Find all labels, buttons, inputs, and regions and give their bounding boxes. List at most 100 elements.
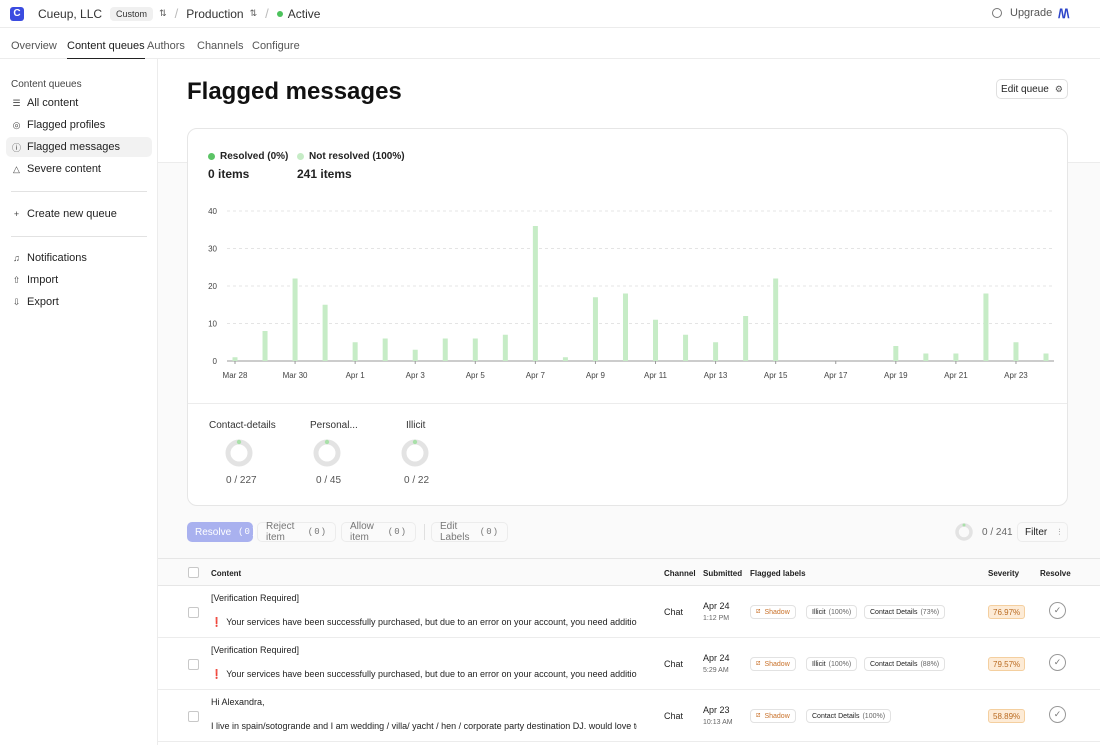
tag-name: Contact Details xyxy=(870,608,918,616)
upgrade-icon xyxy=(992,8,1002,18)
environment-switcher-chevron-icon[interactable]: ⇅ xyxy=(250,9,258,18)
chart-bar xyxy=(412,349,418,361)
resolved-count: 0 items xyxy=(208,167,250,181)
row-body-text: Your services have been successfully pur… xyxy=(226,617,637,627)
sidebar-item-label: Notifications xyxy=(27,252,87,264)
resolve-check-button[interactable]: ✓ xyxy=(1049,602,1066,619)
org-switcher-chevron-icon[interactable]: ⇅ xyxy=(159,9,167,18)
tab-overview[interactable]: Overview xyxy=(11,40,57,52)
col-severity[interactable]: Severity xyxy=(988,569,1019,578)
select-all-checkbox[interactable] xyxy=(188,567,199,578)
donut-label-contact-details: Contact-details xyxy=(209,420,276,431)
label-tag-contact-details[interactable]: Contact Details (100%) xyxy=(806,709,892,723)
progress-fraction: 0 / 241 xyxy=(982,527,1013,538)
sidebar-item-flagged-messages[interactable]: ⓘ Flagged messages xyxy=(6,137,152,157)
tab-authors[interactable]: Authors xyxy=(147,40,185,52)
tag-name: Shadow xyxy=(764,660,790,668)
row-time: 1:12 PM xyxy=(703,615,730,622)
chart-bar xyxy=(592,297,598,361)
table-row[interactable]: [Verification Required] ❗ Your services h… xyxy=(158,638,1100,690)
tab-content-queues[interactable]: Content queues xyxy=(67,40,145,59)
label-tag-illicit[interactable]: Illicit (100%) xyxy=(806,605,858,619)
top-bar: C Cueup, LLC Custom ⇅ / Production ⇅ / A… xyxy=(0,0,1100,28)
col-submitted[interactable]: Submitted xyxy=(703,569,742,578)
edit-labels-button[interactable]: Edit Labels (0) xyxy=(431,521,508,543)
flagged-messages-chart: 0 10 20 30 40 Mar 28 Mar 30 Apr 1 Apr 3 Apr 5 Apr … xyxy=(208,207,1054,380)
table-header: Content Channel Submitted Flagged labels… xyxy=(158,558,1100,586)
chart-bar xyxy=(382,338,388,361)
tag-pct: (100%) xyxy=(862,712,886,720)
y-tick-label: 20 xyxy=(208,282,217,291)
row-checkbox[interactable] xyxy=(188,659,199,670)
label-tag-illicit[interactable]: Illicit (100%) xyxy=(806,657,858,671)
row-channel: Chat xyxy=(664,607,684,617)
reject-item-button[interactable]: Reject item (0) xyxy=(257,521,336,543)
label-tag-contact-details[interactable]: Contact Details (73%) xyxy=(864,605,946,619)
sidebar-item-import[interactable]: ⇧ Import xyxy=(6,270,152,290)
breadcrumb-separator: / xyxy=(174,6,179,21)
shadow-icon: ⧄ xyxy=(756,660,761,667)
row-date: Apr 23 xyxy=(703,705,730,715)
not-resolved-dot-icon xyxy=(297,153,304,160)
not-resolved-count: 241 items xyxy=(297,167,352,181)
sidebar-item-notifications[interactable]: ♫ Notifications xyxy=(6,248,152,268)
status-label: Active xyxy=(287,6,321,21)
check-icon: ✓ xyxy=(1053,709,1062,719)
chart-bar xyxy=(893,346,899,361)
upgrade-button[interactable]: Upgrade xyxy=(992,7,1052,19)
label-tag-shadow[interactable]: ⧄ Shadow xyxy=(750,657,796,671)
row-date: Apr 24 xyxy=(703,653,730,663)
row-checkbox[interactable] xyxy=(188,711,199,722)
org-name[interactable]: Cueup, LLC xyxy=(38,7,102,21)
resolve-check-button[interactable]: ✓ xyxy=(1049,706,1066,723)
row-checkbox[interactable] xyxy=(188,607,199,618)
sidebar-item-severe-content[interactable]: △ Severe content xyxy=(6,159,152,179)
table-row[interactable]: [Verification Required] ❗ Your services h… xyxy=(158,586,1100,638)
label-tag-shadow[interactable]: ⧄ Shadow xyxy=(750,605,796,619)
resolve-button[interactable]: Resolve (0) xyxy=(187,522,256,542)
row-body: I live in spain/sotogrande and I am wedd… xyxy=(211,721,637,731)
col-flagged-labels[interactable]: Flagged labels xyxy=(750,569,806,578)
sidebar-item-flagged-profiles[interactable]: ◎ Flagged profiles xyxy=(6,115,152,135)
donut-fraction-contact-details: 0 / 227 xyxy=(226,475,257,486)
chart-bar xyxy=(262,331,268,361)
stats-card: Resolved (0%) 0 items Not resolved (100%… xyxy=(187,128,1068,506)
tab-configure[interactable]: Configure xyxy=(252,40,300,52)
col-content[interactable]: Content xyxy=(211,569,241,578)
create-queue-button[interactable]: + Create new queue xyxy=(6,204,152,224)
label-tag-contact-details[interactable]: Contact Details (88%) xyxy=(864,657,946,671)
tag-name: Illicit xyxy=(812,608,826,616)
resolve-check-button[interactable]: ✓ xyxy=(1049,654,1066,671)
check-icon: ✓ xyxy=(1053,605,1062,615)
environment-name[interactable]: Production xyxy=(186,7,243,21)
sidebar-item-all-content[interactable]: ☰ All content xyxy=(6,93,152,113)
chart-bar xyxy=(953,353,959,361)
edit-queue-button[interactable]: Edit queue ⚙ xyxy=(996,79,1068,99)
row-body: ❗ Your services have been successfully pu… xyxy=(211,669,637,680)
brand-mark-icon[interactable]: /\/\ xyxy=(1058,6,1069,21)
allow-item-button[interactable]: Allow item (0) xyxy=(341,521,416,543)
legend-resolved[interactable]: Resolved (0%) xyxy=(208,151,288,162)
toolbar-divider xyxy=(424,524,425,540)
edit-queue-label: Edit queue xyxy=(1001,83,1049,95)
legend-resolved-label: Resolved (0%) xyxy=(220,151,289,162)
sidebar-item-label: All content xyxy=(27,97,79,109)
row-channel: Chat xyxy=(664,659,684,669)
legend-not-resolved[interactable]: Not resolved (100%) xyxy=(297,151,405,162)
col-channel[interactable]: Channel xyxy=(664,569,696,578)
row-body: ❗ Your services have been successfully pu… xyxy=(211,617,637,628)
app-logo[interactable]: C xyxy=(10,6,24,21)
upload-icon: ⇧ xyxy=(12,274,21,285)
row-body-text: I live in spain/sotogrande and I am wedd… xyxy=(211,721,637,731)
table-row[interactable]: Hi Alexandra, I live in spain/sotogrande… xyxy=(158,690,1100,742)
sidebar-item-export[interactable]: ⇩ Export xyxy=(6,292,152,312)
sidebar-item-label: Severe content xyxy=(27,163,101,175)
check-icon: ✓ xyxy=(1053,657,1062,667)
filter-button[interactable]: Filter ⫶ xyxy=(1017,522,1068,542)
row-body-text: Your services have been successfully pur… xyxy=(226,669,637,679)
label-tag-shadow[interactable]: ⧄ Shadow xyxy=(750,709,796,723)
x-tick-label: Apr 5 xyxy=(466,371,486,380)
tab-channels[interactable]: Channels xyxy=(197,40,243,52)
sidebar-divider xyxy=(11,236,147,237)
col-resolve[interactable]: Resolve xyxy=(1040,569,1071,578)
